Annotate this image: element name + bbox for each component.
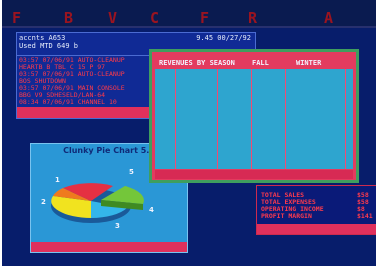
totals-window-footer [257, 224, 376, 234]
pie-label-1: 1 [55, 176, 60, 184]
screen: F B V C F R A accnts A653 Used MTD 649 b… [0, 0, 377, 268]
grid-column-line [285, 69, 286, 169]
revenue-header-row: REVENUES BY SEASON FALL WINTER [154, 54, 354, 69]
revenue-grid[interactable] [155, 69, 353, 169]
desktop: F B V C F R A accnts A653 Used MTD 649 b… [2, 0, 376, 266]
column-header-fall[interactable]: FALL [252, 59, 269, 67]
pie-label-5: 5 [129, 168, 134, 176]
grid-column-line [175, 69, 176, 169]
revenue-window[interactable]: REVENUES BY SEASON FALL WINTER [149, 49, 359, 183]
menu-divider [2, 26, 376, 28]
menu-key-6[interactable]: R [248, 9, 257, 27]
log-line: 08:34 07/06/91 CHANNEL 10 [19, 98, 117, 106]
menu-key-1[interactable]: F [12, 9, 21, 27]
totals-window[interactable]: TOTAL SALES $58 TOTAL EXPENSES $58 OPERA… [256, 185, 376, 235]
revenue-window-footer [155, 170, 353, 179]
profit-margin-label: PROFIT MARGIN [261, 212, 312, 220]
menu-key-2[interactable]: B [64, 9, 73, 27]
pie-label-3: 3 [115, 222, 120, 230]
column-header-winter[interactable]: WINTER [296, 59, 321, 67]
clock-readout: 9.45 00/27/92 [196, 34, 251, 42]
pie-label-2: 2 [41, 198, 46, 206]
grid-column-line [217, 69, 218, 169]
menu-key-7[interactable]: A [324, 9, 333, 27]
pie-window-footer [31, 242, 187, 252]
grid-column-line [251, 69, 252, 169]
menu-bar: F B V C F R A [2, 0, 376, 28]
menu-key-5[interactable]: F [200, 9, 209, 27]
menu-key-3[interactable]: V [108, 9, 117, 27]
grid-column-line [345, 69, 346, 169]
profit-margin-value: $141 [357, 212, 373, 220]
menu-key-4[interactable]: C [150, 9, 159, 27]
pie-label-4: 4 [149, 206, 154, 214]
revenue-title: REVENUES BY SEASON [159, 59, 235, 67]
